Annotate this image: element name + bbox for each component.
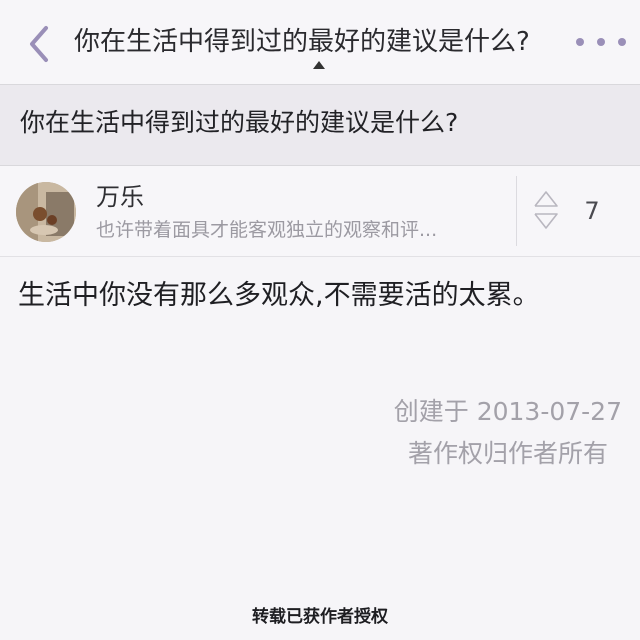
nav-bar: 你在生活中得到过的最好的建议是什么? bbox=[0, 0, 640, 85]
more-dot-icon bbox=[576, 38, 584, 46]
nav-title[interactable]: 你在生活中得到过的最好的建议是什么? bbox=[74, 24, 574, 60]
avatar[interactable] bbox=[16, 182, 76, 242]
caret-up-icon[interactable] bbox=[312, 60, 326, 70]
author-bio: 也许带着面具才能客观独立的观察和评... bbox=[96, 219, 438, 241]
avatar-image bbox=[16, 182, 76, 242]
copyright-notice: 著作权归作者所有 bbox=[407, 439, 608, 468]
chevron-left-icon bbox=[30, 26, 48, 62]
vote-count: 7 bbox=[584, 197, 600, 225]
more-dot-icon bbox=[597, 38, 605, 46]
back-button[interactable] bbox=[22, 22, 56, 66]
author-name[interactable]: 万乐 bbox=[96, 180, 144, 214]
answer-content: 生活中你没有那么多观众,不需要活的太累。 bbox=[18, 280, 540, 311]
more-button[interactable] bbox=[576, 30, 626, 54]
question-header[interactable]: 你在生活中得到过的最好的建议是什么? bbox=[0, 85, 640, 166]
created-date: 创建于 2013-07-27 bbox=[393, 397, 622, 426]
divider bbox=[516, 176, 517, 246]
more-dot-icon bbox=[618, 38, 626, 46]
vote-arrows-icon[interactable] bbox=[532, 186, 560, 234]
answer-author-row[interactable]: 万乐 也许带着面具才能客观独立的观察和评... 7 bbox=[0, 166, 640, 257]
page: 你在生活中得到过的最好的建议是什么? 你在生活中得到过的最好的建议是什么? 万乐… bbox=[0, 0, 640, 640]
repost-note: 转载已获作者授权 bbox=[252, 607, 388, 627]
question-title[interactable]: 你在生活中得到过的最好的建议是什么? bbox=[20, 105, 458, 141]
